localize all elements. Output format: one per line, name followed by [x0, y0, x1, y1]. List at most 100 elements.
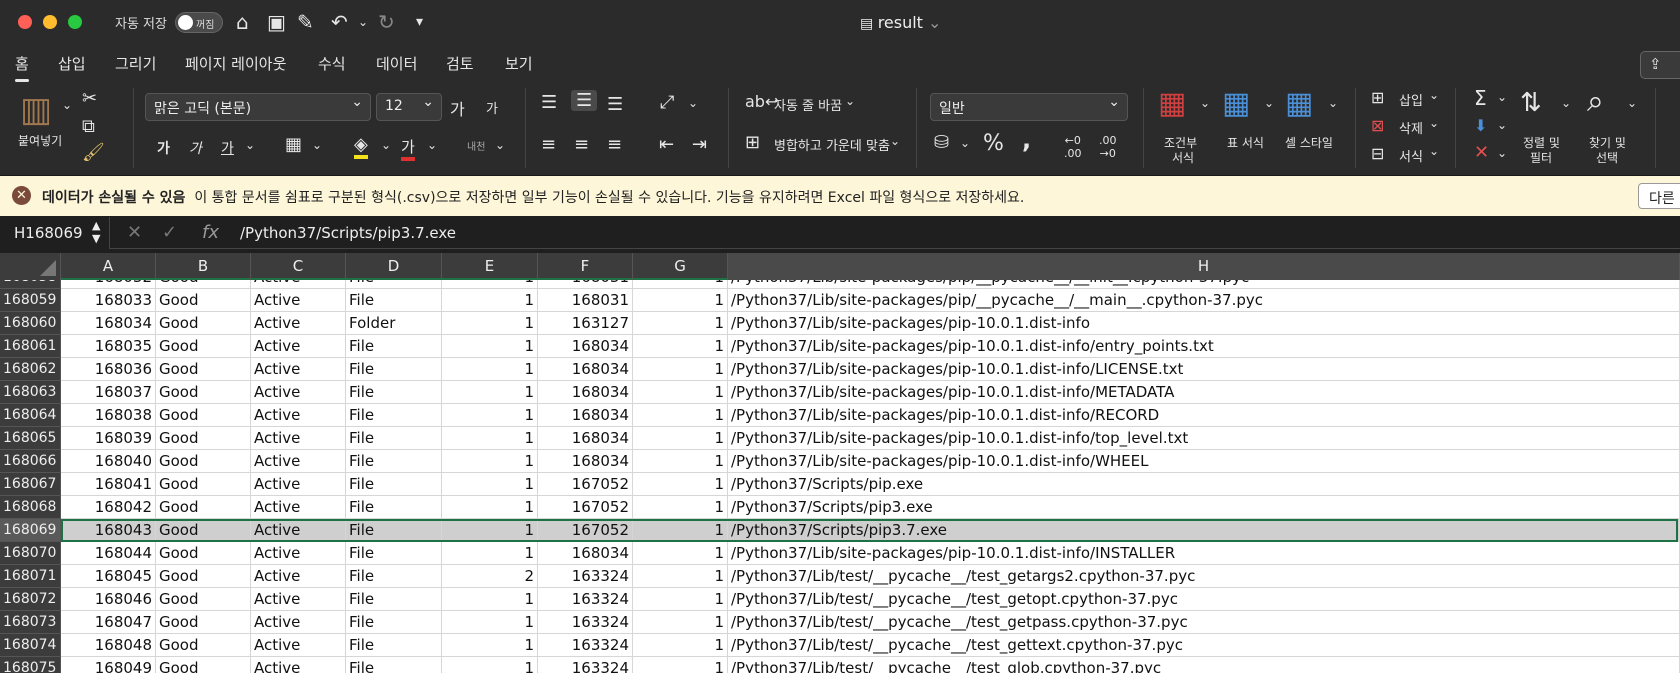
font-color-button[interactable]: 가 [401, 136, 415, 161]
chevron-down-icon[interactable]: ⌄ [845, 94, 855, 108]
stepper-icon[interactable]: ▲ ▼ [92, 219, 100, 245]
cell-b[interactable]: Good [156, 358, 251, 381]
cell-g[interactable]: 1 [633, 358, 728, 381]
cell-b[interactable]: Good [156, 450, 251, 473]
phonetic-button[interactable]: 내천 [467, 138, 485, 153]
align-middle-icon[interactable]: ☰ [571, 90, 598, 111]
cell-g[interactable]: 1 [633, 519, 728, 542]
cell-b[interactable]: Good [156, 427, 251, 450]
cell-f[interactable]: 163324 [538, 565, 633, 588]
cell-d[interactable]: File [346, 588, 442, 611]
grow-font-button[interactable]: 가 [450, 96, 465, 120]
row-header[interactable]: 168061 [0, 335, 61, 358]
table-row[interactable]: 168066 168040 Good Active File 1 168034 1/Pytho… [0, 450, 1680, 473]
cell-d[interactable]: File [346, 565, 442, 588]
table-row[interactable]: 168067 168041 Good Active File 1 167052 1/Pytho… [0, 473, 1680, 496]
cell-c[interactable]: Active [251, 519, 346, 542]
column-header-e[interactable]: E [442, 253, 538, 280]
cell-h[interactable]: /Python37/Lib/site-packages/pip-10.0.1.d… [728, 542, 1680, 565]
sort-filter-icon[interactable]: ⇅ [1520, 88, 1542, 118]
chevron-down-icon[interactable]: ⌄ [1328, 96, 1338, 110]
cell-c[interactable]: Active [251, 496, 346, 519]
cell-a[interactable]: 168035 [61, 335, 156, 358]
cell-e[interactable]: 1 [442, 358, 538, 381]
fill-color-icon[interactable]: ◈ [354, 134, 368, 159]
row-header[interactable]: 168062 [0, 358, 61, 381]
chevron-down-icon[interactable]: ⌄ [1264, 96, 1274, 110]
table-row[interactable]: 168071 168045 Good Active File 2 163324 1/Pytho… [0, 565, 1680, 588]
row-header[interactable]: 168069 [0, 519, 61, 542]
copy-icon[interactable]: ⧉ [82, 116, 95, 137]
chevron-down-icon[interactable]: ⌄ [1627, 96, 1637, 110]
column-header-d[interactable]: D [346, 253, 442, 280]
cell-d[interactable]: File [346, 450, 442, 473]
cell-d[interactable]: Folder [346, 312, 442, 335]
increase-indent-icon[interactable]: ⇥ [692, 134, 707, 155]
cell-d[interactable]: File [346, 519, 442, 542]
row-header[interactable]: 168074 [0, 634, 61, 657]
share-button[interactable]: ⇪ [1640, 51, 1680, 79]
cell-g[interactable]: 1 [633, 335, 728, 358]
increase-decimal-icon[interactable]: ←0.00 [1064, 134, 1082, 160]
table-row[interactable]: 168063 168037 Good Active File 1 168034 1/Pytho… [0, 381, 1680, 404]
cell-d[interactable]: File [346, 542, 442, 565]
align-right-icon[interactable]: ≡ [607, 134, 622, 155]
cell-f[interactable]: 168034 [538, 358, 633, 381]
cell-f[interactable]: 167052 [538, 473, 633, 496]
cell-b[interactable]: Good [156, 519, 251, 542]
cell-b[interactable]: Good [156, 335, 251, 358]
table-row[interactable]: 168064 168038 Good Active File 1 168034 1/Pytho… [0, 404, 1680, 427]
table-row[interactable]: 168060 168034 Good Active Folder 1 163127 1/Pyt… [0, 312, 1680, 335]
cell-a[interactable]: 168044 [61, 542, 156, 565]
table-format-icon[interactable]: ▦ [1222, 86, 1250, 121]
cell-d[interactable]: File [346, 473, 442, 496]
cell-c[interactable]: Active [251, 289, 346, 312]
merge-center-button[interactable]: 병합하고 가운데 맞춤 [774, 135, 890, 154]
align-left-icon[interactable]: ≡ [541, 134, 556, 155]
table-row[interactable]: 168061 168035 Good Active File 1 168034 1/Pytho… [0, 335, 1680, 358]
table-row[interactable]: 168068 168042 Good Active File 1 167052 1/Pytho… [0, 496, 1680, 519]
cell-a[interactable]: 168039 [61, 427, 156, 450]
cell-a[interactable]: 168047 [61, 611, 156, 634]
decrease-indent-icon[interactable]: ⇤ [659, 134, 674, 155]
chevron-down-icon[interactable]: ⌄ [1429, 144, 1439, 158]
column-header-a[interactable]: A [61, 253, 156, 280]
cell-h[interactable]: /Python37/Lib/site-packages/pip/__pycach… [728, 289, 1680, 312]
cell-d[interactable]: File [346, 657, 442, 673]
cell-a[interactable]: 168041 [61, 473, 156, 496]
borders-icon[interactable]: ▦ [285, 134, 302, 155]
cell-f[interactable]: 167052 [538, 496, 633, 519]
underline-button[interactable]: 가 [221, 138, 234, 158]
chevron-down-icon[interactable]: ⌄ [1497, 118, 1507, 132]
cell-c[interactable]: Active [251, 312, 346, 335]
comma-button[interactable]: , [1022, 126, 1031, 154]
cell-f[interactable]: 168034 [538, 381, 633, 404]
column-header-c[interactable]: C [251, 253, 346, 280]
cell-f[interactable]: 168031 [538, 289, 633, 312]
table-row[interactable]: 168065 168039 Good Active File 1 168034 1/Pytho… [0, 427, 1680, 450]
cell-h[interactable]: /Python37/Lib/test/__pycache__/test_glob… [728, 657, 1680, 673]
cell-e[interactable]: 1 [442, 312, 538, 335]
cell-g[interactable]: 1 [633, 427, 728, 450]
cell-c[interactable]: Active [251, 335, 346, 358]
cell-f[interactable]: 168034 [538, 542, 633, 565]
cell-g[interactable]: 1 [633, 289, 728, 312]
table-row[interactable]: 168070 168044 Good Active File 1 168034 1/Pytho… [0, 542, 1680, 565]
cell-h[interactable]: /Python37/Lib/site-packages/pip-10.0.1.d… [728, 335, 1680, 358]
cell-h[interactable]: /Python37/Lib/site-packages/pip-10.0.1.d… [728, 358, 1680, 381]
select-all-button[interactable] [0, 253, 61, 280]
percent-button[interactable]: % [983, 131, 1004, 156]
cell-e[interactable]: 1 [442, 427, 538, 450]
confirm-icon[interactable]: ✓ [162, 222, 177, 243]
chevron-down-icon[interactable]: ⌄ [1429, 116, 1439, 130]
cell-c[interactable]: Active [251, 565, 346, 588]
document-title[interactable]: ▤ result ⌄ [860, 13, 941, 32]
cell-g[interactable]: 1 [633, 381, 728, 404]
shrink-font-button[interactable]: 가 [486, 98, 498, 117]
table-row[interactable]: 168069 168043 Good Active File 1 167052 1/Pytho… [0, 519, 1680, 542]
customize-icon[interactable]: ▾ [416, 10, 423, 34]
cell-c[interactable]: Active [251, 611, 346, 634]
chevron-down-icon[interactable]: ⌄ [688, 96, 698, 110]
function-icon[interactable]: fx [202, 222, 219, 243]
cell-g[interactable]: 1 [633, 565, 728, 588]
